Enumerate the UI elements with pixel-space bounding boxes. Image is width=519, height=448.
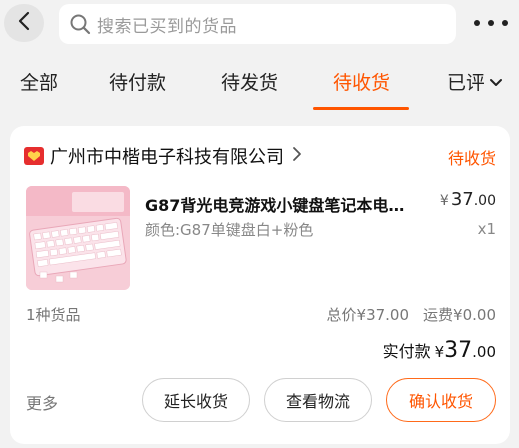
search-placeholder: 搜索已买到的货品: [97, 16, 237, 37]
chevron-right-icon: [284, 146, 302, 166]
product-title[interactable]: G87背光电竞游戏小键盘笔记本电脑有线机械键盘: [145, 192, 407, 216]
confirm-receipt-button[interactable]: 确认收货: [386, 378, 496, 422]
shipping-label: 运费: [423, 306, 454, 324]
view-logistics-button[interactable]: 查看物流: [264, 378, 372, 422]
item-count: 1种货品: [26, 306, 81, 324]
more-menu-button[interactable]: [474, 12, 508, 34]
tabs-dropdown-button[interactable]: [484, 68, 508, 96]
order-status-label: 待收货: [447, 149, 496, 168]
paid-amount: 实付款 ¥37.00: [382, 338, 496, 363]
back-arrow-icon: [17, 11, 31, 35]
product-thumbnail[interactable]: [26, 186, 130, 290]
product-variant: 颜色:G87单键盘白+粉色: [145, 221, 314, 239]
more-dots-icon: [474, 20, 480, 26]
product-quantity: x1: [477, 220, 496, 238]
total-label: 总价: [326, 306, 357, 324]
chevron-down-icon: [489, 73, 503, 92]
tab-all[interactable]: 全部: [20, 68, 58, 95]
shop-link[interactable]: 广州市中楷电子科技有限公司: [24, 142, 302, 170]
shipping-value: ¥0.00: [453, 306, 496, 324]
order-totals: 总价¥37.00 运费¥0.00: [327, 304, 496, 325]
order-status-tabs: 全部 待付款 待发货 待收货 已评价: [0, 54, 519, 110]
top-bar: 搜索已买到的货品: [0, 0, 519, 46]
search-icon: [69, 13, 91, 35]
shop-icon: [24, 147, 44, 165]
product-price: ¥37.00: [439, 189, 496, 210]
tab-pending-payment[interactable]: 待付款: [109, 68, 166, 95]
total-value: ¥37.00: [356, 306, 410, 324]
shop-name: 广州市中楷电子科技有限公司: [50, 147, 284, 168]
search-input[interactable]: 搜索已买到的货品: [59, 4, 456, 44]
extend-receipt-button[interactable]: 延长收货: [142, 378, 250, 422]
tab-pending-receipt[interactable]: 待收货: [333, 68, 390, 95]
back-button[interactable]: [4, 4, 44, 42]
tab-pending-shipment[interactable]: 待发货: [221, 68, 278, 95]
order-card: 广州市中楷电子科技有限公司 待收货 G87背光电竞游戏小键盘笔记本电脑 ¥ 37…: [10, 126, 510, 444]
more-actions-link[interactable]: 更多: [26, 390, 58, 414]
active-tab-indicator: [313, 107, 409, 110]
